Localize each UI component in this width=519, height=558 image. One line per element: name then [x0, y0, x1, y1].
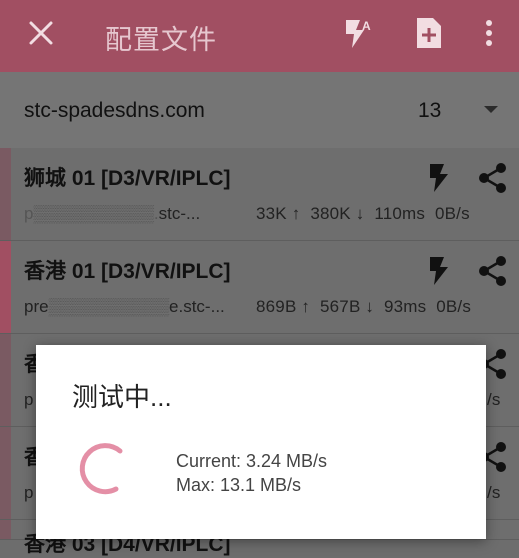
node-address: p▒▒▒▒▒▒▒▒▒▒.stc-... [24, 204, 201, 223]
node-speed: /s [487, 483, 501, 502]
current-speed: Current: 3.24 MB/s [176, 451, 328, 471]
selection-bar [0, 520, 11, 539]
dialog-title: 测试中... [72, 382, 172, 412]
flash-icon[interactable] [428, 162, 450, 194]
node-stats: 33K ↑ 380K ↓ 110ms 0B/s [256, 204, 470, 223]
flash-icon[interactable] [428, 255, 450, 287]
group-name: stc-spadesdns.com [24, 99, 205, 122]
share-icon[interactable] [478, 162, 508, 194]
selection-bar [0, 427, 11, 519]
node-info: p▒▒▒▒▒▒▒▒▒▒.stc-... 33K ↑ 380K ↓ 110ms 0… [24, 204, 514, 224]
svg-text:A: A [362, 19, 371, 33]
speed-test-dialog: 测试中... Current: 3.24 MB/s Max: 13.1 MB/s [36, 345, 486, 539]
flash-auto-icon[interactable]: A [342, 16, 376, 50]
more-vert-icon[interactable] [482, 16, 496, 50]
max-speed: Max: 13.1 MB/s [176, 475, 302, 495]
loading-spinner-icon [79, 443, 123, 495]
group-selector[interactable]: stc-spadesdns.com 13 [0, 72, 519, 149]
node-name: 香港 01 [D3/VR/IPLC] [24, 260, 231, 283]
close-icon[interactable] [26, 18, 56, 48]
add-file-icon[interactable] [415, 16, 443, 50]
list-item[interactable]: 狮城 01 [D3/VR/IPLC] p▒▒▒▒▒▒▒▒▒▒.stc-... 3… [0, 148, 519, 241]
list-item[interactable]: 香港 01 [D3/VR/IPLC] pre▒▒▒▒▒▒▒▒▒▒e.stc-..… [0, 241, 519, 334]
node-speed: /s [487, 390, 501, 409]
node-name: 狮城 01 [D3/VR/IPLC] [24, 167, 231, 190]
node-address: pre▒▒▒▒▒▒▒▒▒▒e.stc-... [24, 297, 225, 316]
share-icon[interactable] [478, 255, 508, 287]
group-count: 13 [418, 99, 442, 122]
page-title: 配置文件 [105, 25, 217, 55]
selection-bar [0, 148, 11, 240]
chevron-down-icon[interactable] [484, 106, 498, 113]
app-toolbar: 配置文件 A [0, 0, 519, 72]
node-info: pre▒▒▒▒▒▒▒▒▒▒e.stc-... 869B ↑ 567B ↓ 93m… [24, 297, 514, 317]
selection-bar [0, 241, 11, 333]
selection-bar [0, 334, 11, 426]
node-stats: 869B ↑ 567B ↓ 93ms 0B/s [256, 297, 472, 316]
